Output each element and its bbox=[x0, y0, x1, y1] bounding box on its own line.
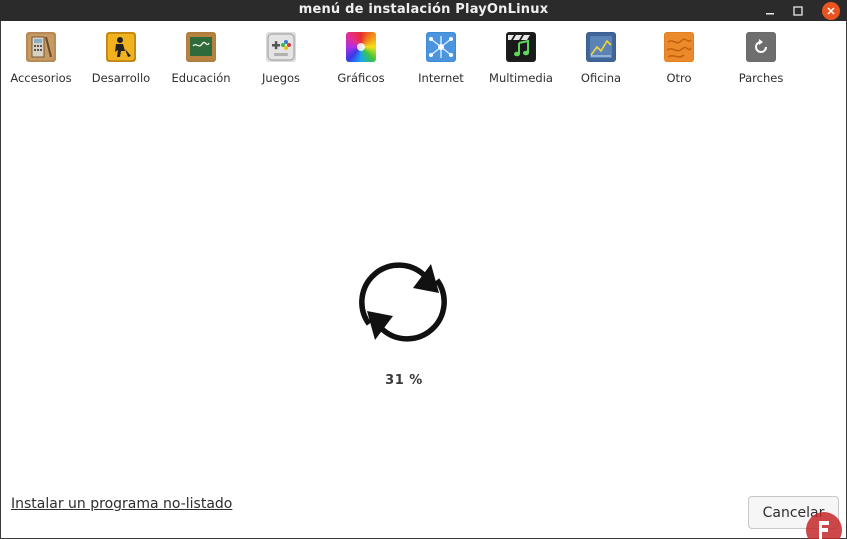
minimize-button[interactable] bbox=[757, 0, 783, 21]
graphics-icon bbox=[346, 32, 376, 62]
minimize-icon bbox=[766, 12, 774, 14]
category-label: Desarrollo bbox=[91, 71, 151, 85]
category-label: Parches bbox=[738, 71, 784, 85]
patches-icon bbox=[746, 32, 776, 62]
install-unlisted-link[interactable]: Instalar un programa no-listado bbox=[11, 496, 232, 512]
games-icon bbox=[266, 32, 296, 62]
category-accesorios[interactable]: Accesorios bbox=[1, 32, 81, 85]
category-internet[interactable]: Internet bbox=[401, 32, 481, 85]
category-label: Accesorios bbox=[10, 71, 72, 85]
category-toolbar: Accesorios Desarrollo Educación Juegos G… bbox=[1, 32, 847, 92]
progress-percent: 31 % bbox=[385, 373, 423, 388]
loading-spinner bbox=[343, 242, 463, 366]
window-title: menú de instalación PlayOnLinux bbox=[298, 2, 549, 17]
other-icon bbox=[664, 32, 694, 62]
category-juegos[interactable]: Juegos bbox=[241, 32, 321, 85]
install-window: Accesorios Desarrollo Educación Juegos G… bbox=[0, 21, 847, 539]
close-button[interactable] bbox=[818, 0, 844, 21]
category-oficina[interactable]: Oficina bbox=[561, 32, 641, 85]
category-label: Internet bbox=[418, 71, 464, 85]
category-label: Gráficos bbox=[337, 71, 385, 85]
category-label: Educación bbox=[171, 71, 231, 85]
maximize-button[interactable] bbox=[785, 0, 811, 21]
office-icon bbox=[586, 32, 616, 62]
category-graficos[interactable]: Gráficos bbox=[321, 32, 401, 85]
accessories-icon bbox=[26, 32, 56, 62]
category-educacion[interactable]: Educación bbox=[161, 32, 241, 85]
refresh-icon bbox=[359, 262, 447, 342]
internet-icon bbox=[426, 32, 456, 62]
maximize-icon bbox=[793, 5, 803, 16]
watermark-logo bbox=[806, 512, 842, 539]
window-titlebar: menú de instalación PlayOnLinux bbox=[0, 0, 847, 21]
development-icon bbox=[106, 32, 136, 62]
category-parches[interactable]: Parches bbox=[721, 32, 801, 85]
category-desarrollo[interactable]: Desarrollo bbox=[81, 32, 161, 85]
multimedia-icon bbox=[506, 32, 536, 62]
category-label: Juegos bbox=[261, 71, 301, 85]
category-multimedia[interactable]: Multimedia bbox=[481, 32, 561, 85]
category-otro[interactable]: Otro bbox=[639, 32, 719, 85]
close-icon bbox=[827, 6, 835, 15]
category-label: Otro bbox=[666, 71, 692, 85]
category-label: Multimedia bbox=[489, 71, 553, 85]
category-label: Oficina bbox=[580, 71, 622, 85]
education-icon bbox=[186, 32, 216, 62]
